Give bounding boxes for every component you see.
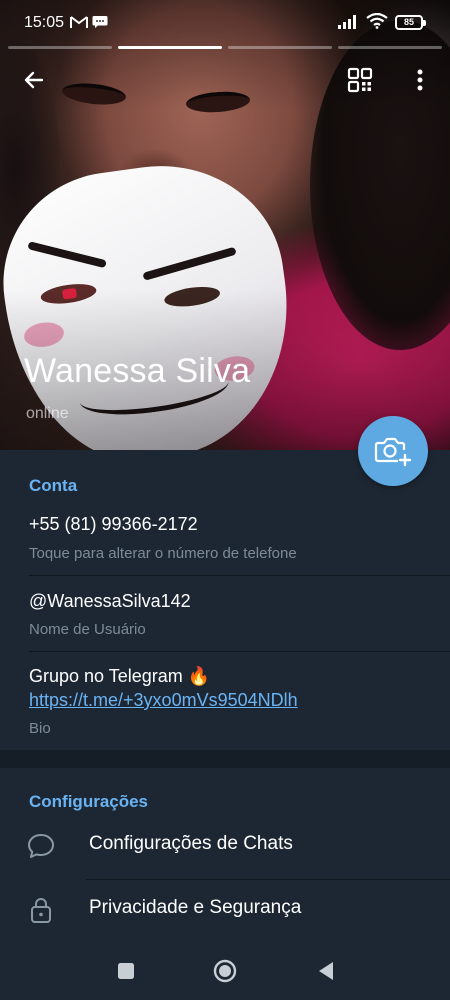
divider: [29, 575, 450, 576]
photo-region: [27, 241, 107, 269]
username-hint: Nome de Usuário: [29, 621, 146, 638]
settings-section: Configurações Configurações de Chats Pri…: [0, 768, 450, 942]
story-segment: [118, 46, 222, 49]
qr-code-button[interactable]: [340, 60, 380, 100]
divider: [29, 651, 450, 652]
menu-item-chat-settings[interactable]: Configurações de Chats: [0, 815, 450, 877]
menu-item-label: Privacidade e Segurança: [89, 897, 302, 918]
recent-apps-icon[interactable]: [113, 958, 139, 984]
lock-icon: [31, 898, 51, 923]
section-gap: [0, 750, 450, 768]
bio-text: Grupo no Telegram 🔥: [29, 666, 211, 686]
status-time: 15:05: [24, 14, 65, 31]
photo-region: [142, 246, 237, 281]
message-notification-icon: [92, 16, 108, 28]
menu-item-privacy-security[interactable]: Privacidade e Segurança: [0, 879, 450, 941]
account-section: Conta +55 (81) 99366-2172 Toque para alt…: [0, 450, 450, 750]
story-progress: [8, 46, 442, 49]
story-segment: [228, 46, 332, 49]
bio-hint: Bio: [29, 720, 51, 737]
username: @WanessaSilva142: [29, 591, 191, 611]
camera-add-icon: [374, 437, 412, 467]
mail-icon: [70, 16, 88, 28]
back-icon[interactable]: [313, 958, 339, 984]
set-photo-button[interactable]: [358, 416, 428, 486]
system-navigation-bar: [0, 942, 450, 1000]
phone-number: +55 (81) 99366-2172: [29, 514, 198, 534]
profile-name: Wanessa Silva: [24, 352, 251, 390]
profile-status: online: [26, 405, 69, 422]
home-icon[interactable]: [212, 958, 238, 984]
story-segment: [338, 46, 442, 49]
story-segment: [8, 46, 112, 49]
phone-hint: Toque para alterar o número de telefone: [29, 545, 297, 562]
chat-bubble-icon: [28, 834, 54, 858]
arrow-left-icon: [24, 71, 44, 89]
more-options-button[interactable]: [400, 60, 440, 100]
more-vertical-icon: [417, 69, 423, 91]
menu-item-label: Configurações de Chats: [89, 833, 293, 854]
bio-link[interactable]: https://t.me/+3yxo0mVs9504NDlh: [29, 690, 298, 711]
signal-icon: [338, 15, 356, 29]
back-button[interactable]: [14, 60, 54, 100]
battery-icon: 85: [395, 15, 426, 30]
status-bar: 15:05 85: [0, 0, 450, 40]
account-section-title: Conta: [29, 476, 78, 495]
qr-code-icon: [347, 67, 373, 93]
settings-section-title: Configurações: [29, 792, 149, 811]
wifi-icon: [366, 13, 388, 29]
